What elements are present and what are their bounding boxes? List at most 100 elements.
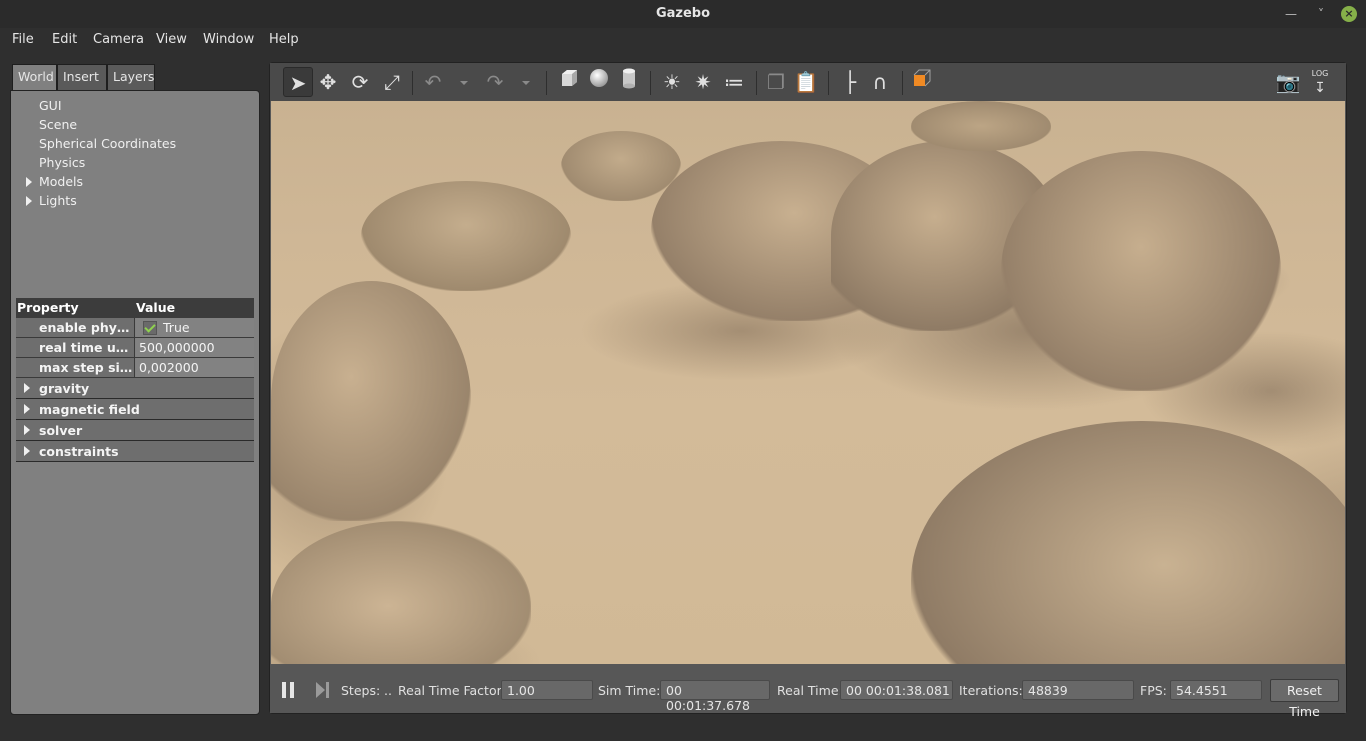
undo-icon[interactable]: ↶: [418, 67, 448, 97]
window-title: Gazebo: [655, 6, 711, 21]
group-label: magnetic field: [39, 402, 140, 417]
toolbar: ➤ ✥ ⟳ ⤢ ↶ ↷ ☀ ✷ ≔ ❐ 📋 ├ ∩ 📷 LOG ↧: [270, 63, 1346, 101]
reset-time-button[interactable]: Reset Time: [1270, 679, 1339, 719]
copy-icon[interactable]: ❐: [761, 67, 791, 97]
terrain-hill: [911, 421, 1345, 664]
expand-arrow-icon[interactable]: [24, 425, 30, 435]
box-icon[interactable]: [554, 67, 584, 97]
cylinder-icon[interactable]: [614, 67, 644, 97]
minimize-icon[interactable]: —: [1282, 5, 1300, 23]
toolbar-separator: [412, 71, 413, 95]
property-value[interactable]: 0,002000: [136, 358, 254, 377]
toolbar-separator: [650, 71, 651, 95]
redo-icon[interactable]: ↷: [480, 67, 510, 97]
log-arrow-icon: ↧: [1314, 80, 1326, 96]
screenshot-icon[interactable]: 📷: [1273, 67, 1303, 97]
tab-world[interactable]: World: [12, 64, 57, 91]
expand-arrow-icon[interactable]: [24, 446, 30, 456]
real-time-factor-label: Real Time Factor:: [398, 683, 506, 698]
tree-item-physics[interactable]: Physics: [39, 155, 85, 170]
fps-field: 54.4551: [1170, 680, 1262, 700]
scale-icon[interactable]: ⤢: [377, 67, 407, 97]
expand-models-icon[interactable]: [26, 177, 32, 187]
toolbar-separator: [902, 71, 903, 95]
checkbox-checked-icon[interactable]: [143, 321, 157, 335]
group-gravity[interactable]: gravity: [16, 378, 254, 399]
menu-help[interactable]: Help: [269, 32, 299, 47]
menu-camera[interactable]: Camera: [93, 32, 144, 47]
group-label: solver: [39, 423, 83, 438]
terrain-hill: [1001, 151, 1281, 391]
property-table-header: Property Value: [16, 298, 254, 318]
value-column-header: Value: [136, 300, 176, 315]
select-arrow-icon[interactable]: ➤: [283, 67, 313, 97]
terrain-hill: [361, 181, 571, 291]
tree-item-lights[interactable]: Lights: [39, 193, 77, 208]
tree-item-spherical-coordinates[interactable]: Spherical Coordinates: [39, 136, 176, 151]
expand-arrow-icon[interactable]: [24, 404, 30, 414]
spot-light-icon[interactable]: ✷: [688, 67, 718, 97]
steps-label: Steps:: [341, 683, 381, 698]
terrain-hill: [271, 281, 471, 521]
group-constraints[interactable]: constraints: [16, 441, 254, 462]
table-row[interactable]: max step size 0,002000: [16, 358, 254, 378]
pause-icon[interactable]: [281, 682, 295, 698]
log-icon[interactable]: LOG ↧: [1305, 67, 1335, 97]
log-label: LOG: [1311, 69, 1329, 78]
real-time-factor-field: 1.00: [501, 680, 593, 700]
redo-dropdown-icon[interactable]: [522, 81, 530, 85]
group-label: gravity: [39, 381, 90, 396]
undo-dropdown-icon[interactable]: [460, 81, 468, 85]
view-angle-icon[interactable]: [907, 67, 937, 97]
iterations-label: Iterations:: [959, 683, 1023, 698]
property-name: real time up…: [16, 338, 135, 357]
iterations-field: 48839: [1022, 680, 1134, 700]
property-value[interactable]: True: [136, 318, 254, 337]
maximize-icon[interactable]: ˅: [1312, 5, 1330, 23]
rotate-icon[interactable]: ⟳: [345, 67, 375, 97]
group-solver[interactable]: solver: [16, 420, 254, 441]
menu-view[interactable]: View: [156, 32, 187, 47]
world-panel: GUI Scene Spherical Coordinates Physics …: [10, 90, 260, 715]
tree-item-scene[interactable]: Scene: [39, 117, 77, 132]
sim-time-field: 00 00:01:37.678: [660, 680, 770, 713]
real-time-field: 00 00:01:38.081: [840, 680, 953, 700]
translate-icon[interactable]: ✥: [313, 67, 343, 97]
table-row[interactable]: enable physi… True: [16, 318, 254, 338]
property-value[interactable]: 500,000000: [136, 338, 254, 357]
steps-value[interactable]: ..: [384, 683, 392, 698]
directional-light-icon[interactable]: ≔: [719, 67, 749, 97]
toolbar-separator: [828, 71, 829, 95]
terrain-hill: [271, 521, 531, 664]
property-column-header: Property: [17, 300, 79, 315]
tab-insert[interactable]: Insert: [57, 64, 107, 90]
expand-arrow-icon[interactable]: [24, 383, 30, 393]
expand-lights-icon[interactable]: [26, 196, 32, 206]
step-icon[interactable]: [316, 682, 330, 698]
paste-icon[interactable]: 📋: [791, 67, 821, 97]
real-time-label: Real Time:: [777, 683, 843, 698]
property-name: max step size: [16, 358, 135, 377]
group-magnetic-field[interactable]: magnetic field: [16, 399, 254, 420]
property-value-text: True: [163, 320, 190, 335]
sphere-icon[interactable]: [584, 67, 614, 97]
menu-bar: File Edit Camera View Window Help: [0, 28, 1366, 52]
menu-file[interactable]: File: [12, 32, 34, 47]
table-row[interactable]: real time up… 500,000000: [16, 338, 254, 358]
title-bar: Gazebo — ˅ ×: [0, 0, 1366, 28]
menu-edit[interactable]: Edit: [52, 32, 77, 47]
point-light-icon[interactable]: ☀: [657, 67, 687, 97]
terrain-hill: [561, 131, 681, 201]
tree-item-models[interactable]: Models: [39, 174, 83, 189]
toolbar-separator: [546, 71, 547, 95]
tree-item-gui[interactable]: GUI: [39, 98, 62, 113]
property-name: enable physi…: [16, 318, 135, 337]
close-icon[interactable]: ×: [1341, 6, 1357, 22]
snap-icon[interactable]: ∩: [865, 67, 895, 97]
align-icon[interactable]: ├: [835, 67, 865, 97]
tab-layers[interactable]: Layers: [107, 64, 155, 90]
sim-time-label: Sim Time:: [598, 683, 661, 698]
scene-viewport[interactable]: [271, 101, 1345, 664]
status-bar: Steps: .. Real Time Factor: 1.00 Sim Tim…: [270, 664, 1346, 719]
menu-window[interactable]: Window: [203, 32, 254, 47]
